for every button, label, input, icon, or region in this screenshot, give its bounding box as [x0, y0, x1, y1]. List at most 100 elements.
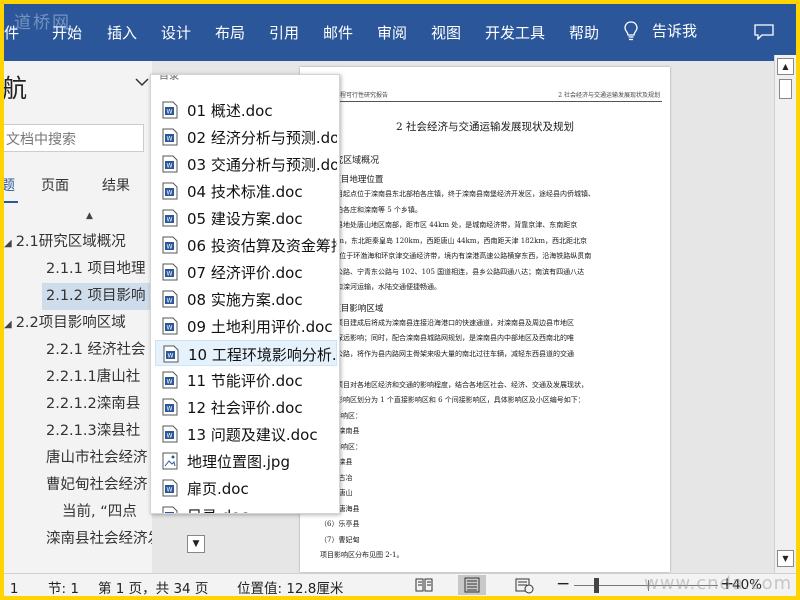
svg-text:W: W [167, 190, 173, 197]
file-list-item[interactable]: W 目录.doc [155, 502, 337, 513]
file-name: 02 经济分析与预测.do [187, 129, 337, 147]
heading-label: 2.1.2 项目影响 [46, 288, 146, 304]
svg-text:W: W [167, 109, 173, 116]
body-text-line: 水大通道和滦河运输，水陆交通便捷畅通。 [308, 283, 441, 291]
heading-item[interactable]: 2.1.1 项目地理 [46, 256, 146, 283]
file-list-item[interactable]: W 06 投资估算及资金筹措 [155, 232, 337, 258]
file-list-item[interactable]: W 12 社会评价.doc [155, 394, 337, 420]
tab-layout[interactable]: 布局 [215, 22, 245, 43]
file-list-item[interactable]: W 10 工程环境影响分析.c [155, 340, 337, 366]
nav-search-input[interactable]: 文档中搜索 [4, 124, 144, 152]
file-name: 11 节能评价.doc [187, 372, 303, 390]
word-doc-icon: W [162, 506, 178, 513]
heading-item-selected[interactable]: 2.1.2 项目影响 [42, 283, 152, 310]
read-mode-icon[interactable] [410, 575, 438, 595]
heading-item[interactable]: 当前, “四点 [62, 499, 137, 526]
web-layout-icon[interactable] [510, 575, 538, 595]
word-doc-icon: W [162, 290, 178, 308]
status-page-count[interactable]: 第 1 页，共 34 页 [98, 577, 208, 596]
status-section[interactable]: 节: 1 [48, 577, 79, 596]
document-page[interactable]: 滨海公路工程可行性研究报告 2 社会经济与交通运输发展现状及规划 2 社会经济与… [300, 67, 670, 572]
zoom-out-button[interactable]: − [556, 574, 570, 594]
svg-text:W: W [167, 487, 173, 494]
heading-item[interactable]: 滦南县社会经济发... [46, 526, 152, 553]
heading-item[interactable]: ◢ 2.2项目影响区域 [4, 310, 126, 337]
file-list-item[interactable]: W 02 经济分析与预测.do [155, 124, 337, 150]
tab-help[interactable]: 帮助 [569, 22, 599, 43]
svg-text:W: W [167, 163, 173, 170]
word-doc-icon: W [162, 317, 178, 335]
file-list-item[interactable]: W 04 技术标准.doc [155, 178, 337, 204]
heading-label: 唐山市社会经济 [46, 450, 148, 466]
status-page-number[interactable]: 页面: 1 [4, 577, 18, 596]
tell-me-box[interactable]: 告诉我 [624, 20, 697, 41]
header-right-text: 2 社会经济与交通运输发展现状及规划 [558, 92, 660, 99]
chevron-down-icon[interactable] [134, 75, 150, 89]
page-header: 滨海公路工程可行性研究报告 2 社会经济与交通运输发展现状及规划 [308, 90, 662, 102]
body-text-line: （7）曹妃甸 [320, 535, 360, 544]
expand-triangle-icon[interactable]: ◢ [4, 238, 12, 249]
heading-item[interactable]: 唐山市社会经济 [46, 445, 148, 472]
file-list-item[interactable]: W 03 交通分析与预测.do [155, 151, 337, 177]
file-list-item[interactable]: W 13 问题及建议.doc [155, 421, 337, 447]
file-list-item[interactable]: 地理位置图.jpg [155, 448, 337, 474]
vertical-scrollbar[interactable]: ▲ ▼ [774, 55, 796, 573]
file-list-item[interactable]: W 07 经济评价.doc [155, 259, 337, 285]
navigation-pane: 航 文档中搜索 题 页面 结果 ▲ ◢ 2.1研究区域概况 2.1.1 项目地理 … [4, 61, 152, 573]
file-name: 03 交通分析与预测.do [187, 156, 337, 174]
tab-design[interactable]: 设计 [161, 22, 191, 43]
chevron-down-icon[interactable]: ▼ [187, 535, 205, 553]
tab-mailings[interactable]: 邮件 [323, 22, 353, 43]
tab-home[interactable]: 开始 [52, 22, 82, 43]
zoom-level[interactable]: 40% [732, 577, 762, 593]
svg-text:W: W [167, 433, 173, 440]
word-window: 道桥网 件 开始 插入 设计 布局 引用 邮件 审阅 视图 开发工具 帮助 告诉… [4, 4, 796, 596]
active-tab-indicator [4, 201, 18, 203]
print-layout-icon[interactable] [458, 575, 486, 595]
file-name: 04 技术标准.doc [187, 183, 303, 201]
file-list-item[interactable]: W 扉页.doc [155, 475, 337, 501]
body-text-line: 唐港 40km，东北距秦皇岛 120km，西距唐山 44km，西南距天津 182… [308, 236, 587, 245]
tab-developer[interactable]: 开发工具 [485, 22, 545, 43]
file-list-item[interactable]: W 01 概述.doc [155, 97, 337, 123]
heading-item[interactable]: 2.2.1 经济社会 [46, 337, 146, 364]
lightbulb-icon [624, 20, 638, 40]
file-list-item[interactable]: W 11 节能评价.doc [155, 367, 337, 393]
heading-label: 当前, “四点 [62, 504, 137, 520]
collapse-up-icon[interactable]: ▲ [86, 211, 93, 221]
body-text-line: 拟建项目建成后将成为滦南县连接沿海港口的快速通道，对滦南县及周边县市地区 [322, 318, 574, 327]
word-doc-icon: W [162, 425, 178, 443]
heading-item[interactable]: 2.2.1.3滦县社 [46, 418, 140, 445]
zoom-slider-thumb[interactable] [594, 578, 599, 593]
tab-insert[interactable]: 插入 [107, 22, 137, 43]
heading-item[interactable]: 2.2.1.1唐山社 [46, 364, 140, 391]
status-position[interactable]: 位置值: 12.8厘米 [237, 577, 343, 596]
tab-references[interactable]: 引用 [269, 22, 299, 43]
body-text-line: （5）唐海县 [320, 504, 662, 514]
file-name: 01 概述.doc [187, 102, 273, 120]
file-name: 目录.doc [187, 505, 249, 513]
file-list-popup: 目录 W 01 概述.doc W 02 经济分析与预测.do W 03 交通分析与预测.d… [150, 74, 340, 514]
tab-pages[interactable]: 页面 [41, 175, 69, 195]
tab-results[interactable]: 结果 [102, 175, 130, 195]
heading-label: 2.2.1.1唐山社 [46, 369, 141, 385]
heading-item[interactable]: 2.2.1.2滦南县 [46, 391, 140, 418]
heading-item[interactable]: 曹妃甸社会经济 [46, 472, 148, 499]
file-list-item[interactable]: W 05 建设方案.doc [155, 205, 337, 231]
tab-review[interactable]: 审阅 [377, 22, 407, 43]
file-list-item[interactable]: W 08 实施方案.doc [155, 286, 337, 312]
body-text-line: 滦南县地处唐山地区南部，距市区 44km 处，是城南经济带，背靠京津、东南距京 [322, 221, 578, 229]
expand-triangle-icon[interactable]: ◢ [4, 319, 12, 330]
scroll-down-icon[interactable]: ▼ [777, 550, 794, 567]
tab-view[interactable]: 视图 [431, 22, 461, 43]
heading-item[interactable]: ◢ 2.1研究区域概况 [4, 229, 126, 256]
comment-icon[interactable] [754, 24, 774, 40]
file-list-item[interactable]: W 09 土地利用评价.doc [155, 313, 337, 339]
tab-headings[interactable]: 题 [4, 175, 15, 195]
scroll-up-icon[interactable]: ▲ [777, 58, 794, 75]
heading-label: 2.2.1 经济社会 [46, 342, 146, 358]
file-name: 06 投资估算及资金筹措 [187, 237, 337, 255]
scrollbar-thumb[interactable] [779, 79, 792, 99]
word-doc-icon: W [162, 209, 178, 227]
tab-file[interactable]: 件 [4, 22, 19, 43]
